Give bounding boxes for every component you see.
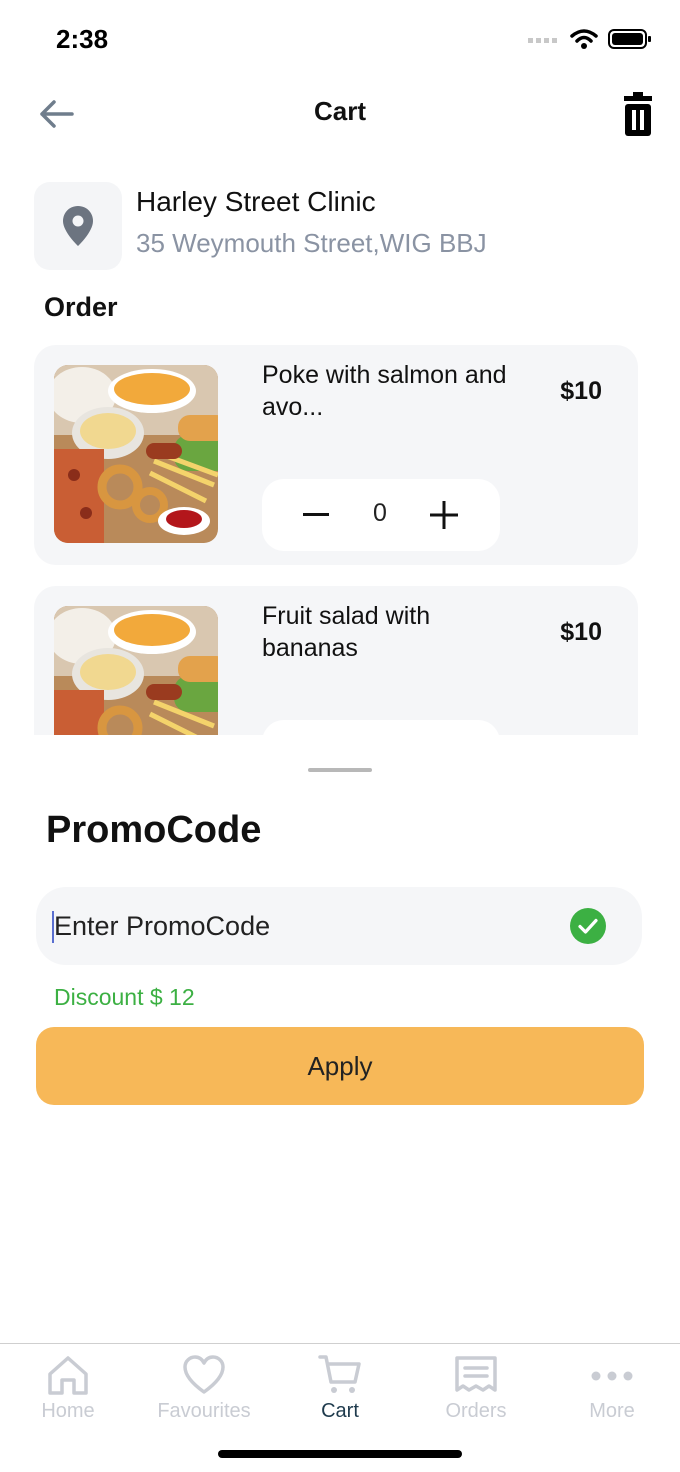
- heart-icon: [183, 1355, 225, 1394]
- address-line: 35 Weymouth Street,WIG BBJ: [136, 228, 487, 258]
- more-dots-icon: [591, 1371, 633, 1381]
- address-name: Harley Street Clinic: [136, 186, 376, 217]
- tab-label: Orders: [445, 1400, 507, 1422]
- clear-cart-button[interactable]: [618, 90, 658, 138]
- quantity-stepper: 0: [262, 720, 500, 735]
- tab-label: More: [589, 1400, 635, 1422]
- item-name: Fruit salad with bananas: [262, 602, 431, 662]
- tab-label: Cart: [321, 1400, 359, 1422]
- promo-sheet: PromoCode Enter PromoCode Discount $ 12 …: [0, 735, 680, 1343]
- delivery-address[interactable]: Harley Street Clinic 35 Weymouth Street,…: [34, 182, 654, 272]
- promo-code-input[interactable]: Enter PromoCode: [36, 887, 642, 965]
- discount-text: Discount $ 12: [54, 984, 195, 1010]
- cart-icon: [318, 1355, 361, 1393]
- signal-icon: [528, 38, 557, 43]
- nav-bar: Cart: [0, 80, 680, 150]
- decrease-quantity-button[interactable]: [298, 499, 334, 531]
- status-bar: 2:38: [0, 0, 680, 80]
- page-title: Cart: [313, 96, 366, 126]
- quantity-value: 0: [373, 499, 387, 527]
- home-indicator: [218, 1450, 462, 1458]
- check-circle-icon: [570, 908, 606, 944]
- location-pin-icon: [63, 206, 93, 246]
- status-time: 2:38: [56, 24, 109, 54]
- item-price: $10: [560, 377, 602, 405]
- status-indicators: [528, 28, 652, 50]
- food-photo: [54, 365, 218, 543]
- item-name: Poke with salmon and avo...: [262, 361, 507, 421]
- tab-orders[interactable]: Orders: [408, 1354, 544, 1434]
- tab-more[interactable]: More: [544, 1354, 680, 1434]
- trash-icon: [624, 92, 652, 136]
- increase-quantity-button[interactable]: [426, 497, 462, 533]
- apply-button[interactable]: Apply: [36, 1027, 644, 1105]
- order-list[interactable]: Poke with salmon and avo... $10 0 Fruit …: [0, 330, 680, 735]
- tab-home[interactable]: Home: [0, 1354, 136, 1434]
- order-item: Poke with salmon and avo... $10 0: [34, 345, 638, 565]
- food-photo: [54, 606, 218, 735]
- quantity-stepper: 0: [262, 479, 500, 551]
- wifi-icon: [570, 29, 598, 49]
- order-item: Fruit salad with bananas $10 0: [34, 586, 638, 735]
- tab-favourites[interactable]: Favourites: [136, 1354, 272, 1434]
- promo-title: PromoCode: [46, 809, 262, 851]
- sheet-drag-handle[interactable]: [308, 768, 372, 772]
- tab-label: Favourites: [157, 1400, 251, 1422]
- minus-icon: [303, 513, 329, 516]
- promo-code-value: Enter PromoCode: [54, 911, 271, 941]
- home-icon: [48, 1356, 88, 1395]
- location-pin-tile: [34, 182, 122, 270]
- item-price: $10: [560, 618, 602, 646]
- order-heading: Order: [44, 292, 118, 322]
- plus-icon: [430, 501, 458, 529]
- tab-label: Home: [41, 1400, 95, 1422]
- tab-cart[interactable]: Cart: [272, 1354, 408, 1434]
- battery-icon: [608, 29, 651, 49]
- receipt-icon: [455, 1356, 497, 1392]
